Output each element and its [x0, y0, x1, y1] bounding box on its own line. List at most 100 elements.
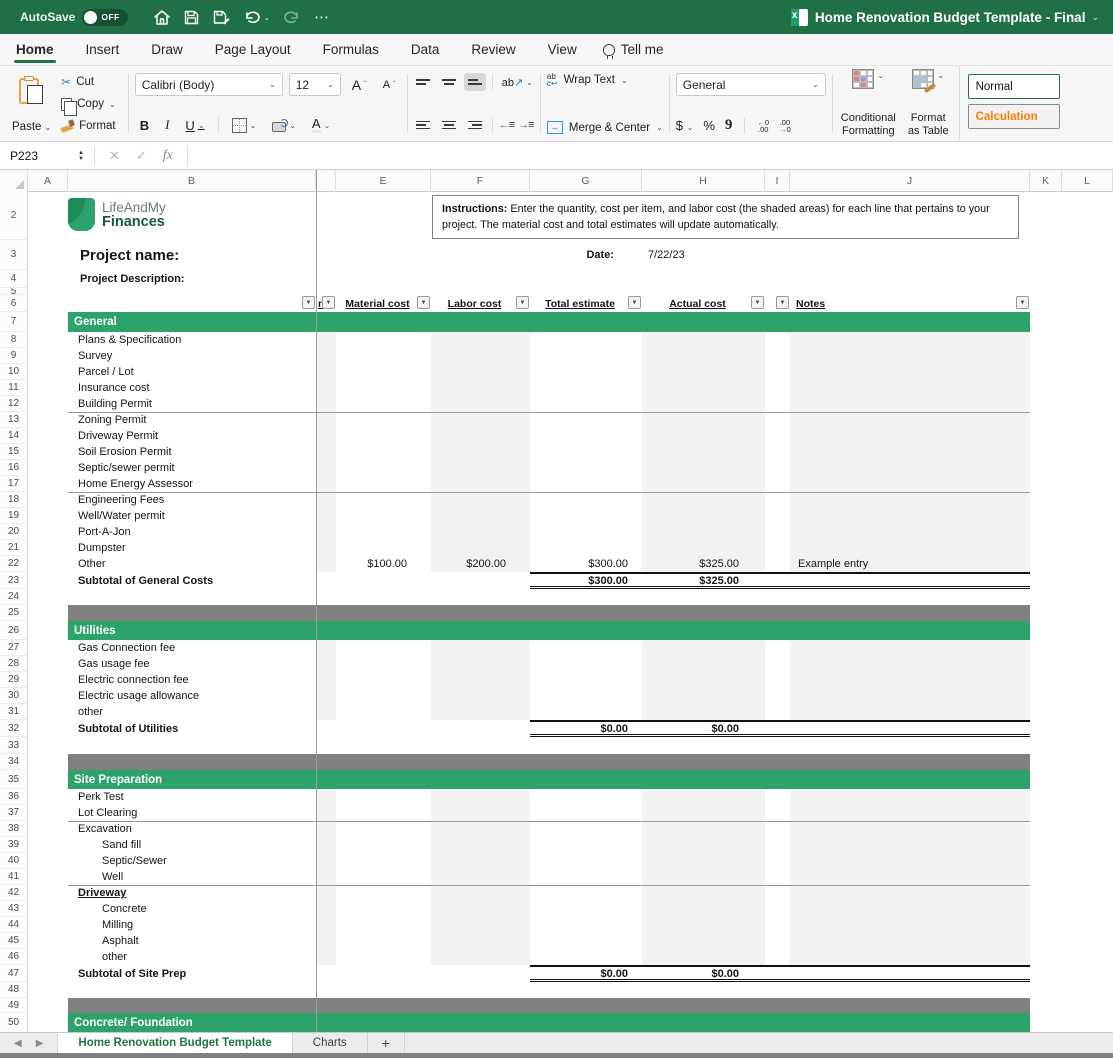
row-number-3[interactable]: 3: [0, 240, 28, 270]
underline-button[interactable]: U⌄: [180, 117, 209, 134]
row-number-16[interactable]: 16: [0, 460, 28, 476]
prev-sheet-icon[interactable]: ◀: [14, 1038, 22, 1049]
row-number-34[interactable]: 34: [0, 754, 28, 770]
row-number-37[interactable]: 37: [0, 805, 28, 821]
input-cell-C[interactable]: [316, 444, 336, 460]
row-number-12[interactable]: 12: [0, 396, 28, 412]
save-icon[interactable]: [184, 10, 199, 25]
input-cell-C[interactable]: [316, 332, 336, 348]
row-number-4[interactable]: 4: [0, 270, 28, 288]
input-cell-J[interactable]: [790, 396, 1030, 412]
merge-center-chevron-icon[interactable]: ⌄: [656, 123, 663, 132]
item-label[interactable]: Perk Test: [68, 789, 316, 805]
input-cell-H[interactable]: [642, 885, 765, 901]
item-label[interactable]: Building Permit: [68, 396, 316, 412]
input-cell-C[interactable]: [316, 428, 336, 444]
row-number-21[interactable]: 21: [0, 540, 28, 556]
input-cell-C[interactable]: [316, 869, 336, 885]
wrap-text-chevron-icon[interactable]: ⌄: [621, 76, 628, 85]
name-box-stepper[interactable]: ▲▼: [74, 150, 88, 162]
paste-button[interactable]: Paste⌄: [6, 72, 57, 135]
input-cell-C[interactable]: [316, 821, 336, 837]
row-number-47[interactable]: 47: [0, 965, 28, 982]
row-number-45[interactable]: 45: [0, 933, 28, 949]
input-cell-J[interactable]: [790, 885, 1030, 901]
row-number-11[interactable]: 11: [0, 380, 28, 396]
input-cell-F[interactable]: [431, 332, 530, 348]
input-cell-C[interactable]: [316, 460, 336, 476]
input-cell-C[interactable]: [316, 949, 336, 965]
input-cell-F[interactable]: [431, 428, 530, 444]
underline-chevron-icon[interactable]: ⌄: [198, 121, 205, 130]
merge-center-button[interactable]: ↔ Merge & Center ⌄: [547, 121, 663, 134]
row-number-36[interactable]: 36: [0, 789, 28, 805]
row-number-39[interactable]: 39: [0, 837, 28, 853]
item-label[interactable]: Driveway: [68, 885, 316, 901]
decrease-font-button[interactable]: Aˇ: [378, 78, 401, 92]
filter-button-G[interactable]: ▼: [628, 296, 641, 309]
align-top-button[interactable]: [412, 73, 434, 91]
filter-button-E[interactable]: ▼: [417, 296, 430, 309]
input-cell-J[interactable]: [790, 332, 1030, 348]
input-cell-F[interactable]: [431, 672, 530, 688]
tell-me-button[interactable]: Tell me: [593, 42, 674, 57]
item-label[interactable]: Engineering Fees: [68, 492, 316, 508]
input-cell-H[interactable]: [642, 901, 765, 917]
input-cell-J[interactable]: [790, 805, 1030, 821]
filter-button-B[interactable]: ▼: [302, 296, 315, 309]
row-number-35[interactable]: 35: [0, 770, 28, 789]
filter-button-J[interactable]: ▼: [1016, 296, 1029, 309]
input-cell-F[interactable]: [431, 476, 530, 492]
project-name-label[interactable]: Project name:: [68, 240, 316, 270]
input-cell-J[interactable]: [790, 821, 1030, 837]
input-cell-C[interactable]: [316, 380, 336, 396]
input-cell-H[interactable]: [642, 640, 765, 656]
font-name-chevron-icon[interactable]: ⌄: [269, 80, 276, 89]
input-cell-C[interactable]: [316, 396, 336, 412]
row-number-26[interactable]: 26: [0, 621, 28, 640]
align-center-button[interactable]: [438, 116, 460, 134]
subtotal-label[interactable]: Subtotal of Utilities: [68, 720, 316, 737]
input-cell-C[interactable]: [316, 640, 336, 656]
input-cell-H[interactable]: [642, 508, 765, 524]
column-header-F[interactable]: F: [431, 170, 530, 192]
input-cell-H[interactable]: [642, 853, 765, 869]
insert-function-icon[interactable]: fx: [155, 148, 181, 164]
orientation-chevron-icon[interactable]: ⌄: [526, 78, 533, 87]
decrease-indent-button[interactable]: ←≡: [499, 119, 514, 131]
value-G22[interactable]: $300.00: [530, 556, 642, 572]
filter-button-C[interactable]: ▼: [322, 296, 335, 309]
item-label[interactable]: Dumpster: [68, 540, 316, 556]
value-E22[interactable]: $100.00: [336, 556, 431, 572]
input-cell-F[interactable]: [431, 688, 530, 704]
input-cell-F[interactable]: [431, 380, 530, 396]
input-cell-F[interactable]: [431, 837, 530, 853]
input-cell-J[interactable]: [790, 853, 1030, 869]
input-cell-F[interactable]: [431, 412, 530, 428]
autosave-switch[interactable]: OFF: [82, 9, 128, 26]
tab-view[interactable]: View: [532, 34, 593, 65]
input-cell-H[interactable]: [642, 444, 765, 460]
item-label[interactable]: Septic/Sewer: [68, 853, 316, 869]
input-cell-C[interactable]: [316, 917, 336, 933]
input-cell-H[interactable]: [642, 476, 765, 492]
input-cell-J[interactable]: [790, 348, 1030, 364]
item-label[interactable]: Gas Connection fee: [68, 640, 316, 656]
input-cell-F[interactable]: [431, 917, 530, 933]
font-size-chevron-icon[interactable]: ⌄: [327, 80, 334, 89]
row-number-38[interactable]: 38: [0, 821, 28, 837]
row-number-50[interactable]: 50: [0, 1013, 28, 1032]
input-cell-C[interactable]: [316, 476, 336, 492]
item-label[interactable]: Parcel / Lot: [68, 364, 316, 380]
row-number-31[interactable]: 31: [0, 704, 28, 720]
input-cell-C[interactable]: [316, 508, 336, 524]
section-header-concrete-foundation[interactable]: Concrete/ Foundation: [68, 1013, 1030, 1032]
input-cell-C[interactable]: [316, 704, 336, 720]
input-cell-C[interactable]: [316, 853, 336, 869]
tab-review[interactable]: Review: [455, 34, 531, 65]
borders-chevron-icon[interactable]: ⌄: [250, 121, 257, 130]
column-header-A[interactable]: A: [28, 170, 68, 192]
row-number-30[interactable]: 30: [0, 688, 28, 704]
item-label[interactable]: Survey: [68, 348, 316, 364]
input-cell-J[interactable]: [790, 901, 1030, 917]
